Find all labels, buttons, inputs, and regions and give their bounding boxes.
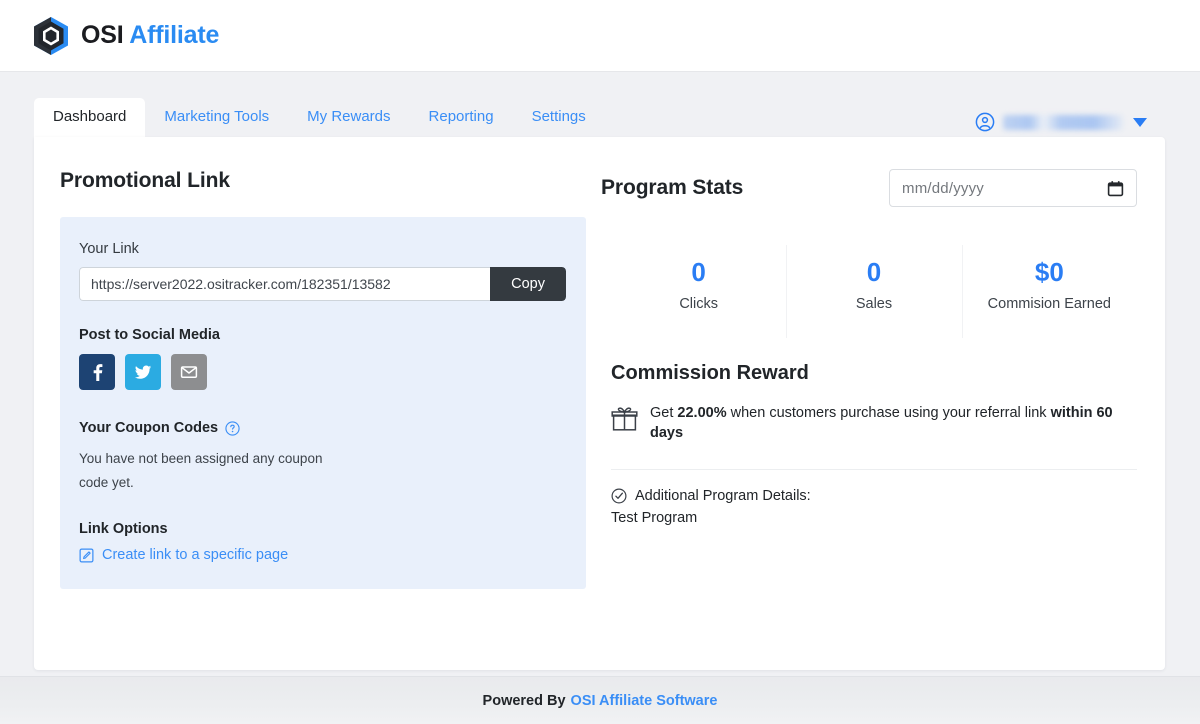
create-specific-link-row[interactable]: Create link to a specific page <box>79 547 566 563</box>
additional-details-label: Additional Program Details: <box>635 488 811 504</box>
user-menu[interactable] <box>975 112 1147 132</box>
logo-text-secondary: Affiliate <box>129 21 219 49</box>
commission-reward-title: Commission Reward <box>611 362 1137 385</box>
date-filter-placeholder: mm/dd/yyyy <box>902 180 984 197</box>
link-options-heading: Link Options <box>79 521 566 537</box>
tabstrip: Dashboard Marketing Tools My Rewards Rep… <box>34 97 1165 137</box>
your-link-label: Your Link <box>79 241 566 257</box>
logo-text-primary: OSI <box>81 21 123 49</box>
check-circle-icon <box>611 488 627 504</box>
commission-reward-row: Get 22.00% when customers purchase using… <box>611 403 1137 443</box>
program-stats-title: Program Stats <box>601 176 743 200</box>
share-email-button[interactable] <box>171 354 207 390</box>
copy-button[interactable]: Copy <box>490 267 566 301</box>
stat-sales: 0 Sales <box>786 245 961 338</box>
program-stats-column: Program Stats mm/dd/yyyy 0 <box>601 137 1165 670</box>
coupon-empty-message: You have not been assigned any coupon co… <box>79 447 339 495</box>
user-circle-icon <box>975 112 995 132</box>
email-icon <box>179 362 199 382</box>
stat-commission-earned: $0 Commision Earned <box>962 245 1137 338</box>
stat-sales-label: Sales <box>786 296 961 312</box>
tab-dashboard[interactable]: Dashboard <box>34 98 145 137</box>
stat-sales-value: 0 <box>786 257 961 287</box>
footer-link[interactable]: OSI Affiliate Software <box>571 693 718 709</box>
help-circle-icon[interactable] <box>225 421 240 436</box>
reward-text-prefix: Get <box>650 405 677 421</box>
stats-row: 0 Clicks 0 Sales $0 Commision Earned <box>611 245 1137 338</box>
stat-clicks: 0 Clicks <box>611 245 786 338</box>
footer-powered-by: Powered By <box>483 693 566 709</box>
tab-reporting[interactable]: Reporting <box>410 98 513 137</box>
share-twitter-button[interactable] <box>125 354 161 390</box>
edit-square-icon <box>79 548 94 563</box>
divider <box>611 469 1137 470</box>
calendar-icon[interactable] <box>1107 180 1124 197</box>
commission-reward-text: Get 22.00% when customers purchase using… <box>650 403 1137 443</box>
brand-header: OSI Affiliate <box>0 0 1200 72</box>
tab-my-rewards[interactable]: My Rewards <box>288 98 409 137</box>
stat-commission-value: $0 <box>962 257 1137 287</box>
twitter-icon <box>133 362 153 382</box>
promotional-link-input[interactable] <box>79 267 490 301</box>
additional-details-value: Test Program <box>611 510 1137 526</box>
chevron-down-icon[interactable] <box>1133 118 1147 127</box>
tab-marketing-tools[interactable]: Marketing Tools <box>145 98 288 137</box>
additional-details-row: Additional Program Details: <box>611 488 1137 504</box>
date-filter-input[interactable]: mm/dd/yyyy <box>889 169 1137 207</box>
gift-icon <box>611 405 638 432</box>
logo-text: OSI Affiliate <box>81 21 219 50</box>
promotional-link-column: Promotional Link Your Link Copy Post to … <box>34 137 601 670</box>
page-title: Promotional Link <box>60 169 601 193</box>
promotional-link-panel: Your Link Copy Post to Social Media <box>60 217 586 589</box>
facebook-icon <box>87 362 107 382</box>
tab-settings[interactable]: Settings <box>513 98 605 137</box>
stat-commission-label: Commision Earned <box>962 296 1137 312</box>
program-stats-header: Program Stats mm/dd/yyyy <box>601 169 1137 207</box>
link-input-group: Copy <box>79 267 566 301</box>
share-facebook-button[interactable] <box>79 354 115 390</box>
social-buttons <box>79 354 566 390</box>
reward-text-middle: when customers purchase using your refer… <box>727 405 1051 421</box>
dashboard-card: Promotional Link Your Link Copy Post to … <box>34 137 1165 670</box>
coupon-codes-heading: Your Coupon Codes <box>79 420 218 436</box>
tab-list: Dashboard Marketing Tools My Rewards Rep… <box>34 97 605 137</box>
page-body: Dashboard Marketing Tools My Rewards Rep… <box>0 72 1200 676</box>
reward-percent: 22.00% <box>677 405 726 421</box>
user-name-redacted <box>1003 115 1123 130</box>
logo[interactable]: OSI Affiliate <box>32 16 219 56</box>
stat-clicks-value: 0 <box>611 257 786 287</box>
footer: Powered By OSI Affiliate Software <box>0 676 1200 724</box>
social-media-heading: Post to Social Media <box>79 327 566 343</box>
hexagon-logo-icon <box>32 16 70 56</box>
stat-clicks-label: Clicks <box>611 296 786 312</box>
coupon-codes-heading-row: Your Coupon Codes <box>79 420 566 436</box>
create-specific-link-label: Create link to a specific page <box>102 547 288 563</box>
